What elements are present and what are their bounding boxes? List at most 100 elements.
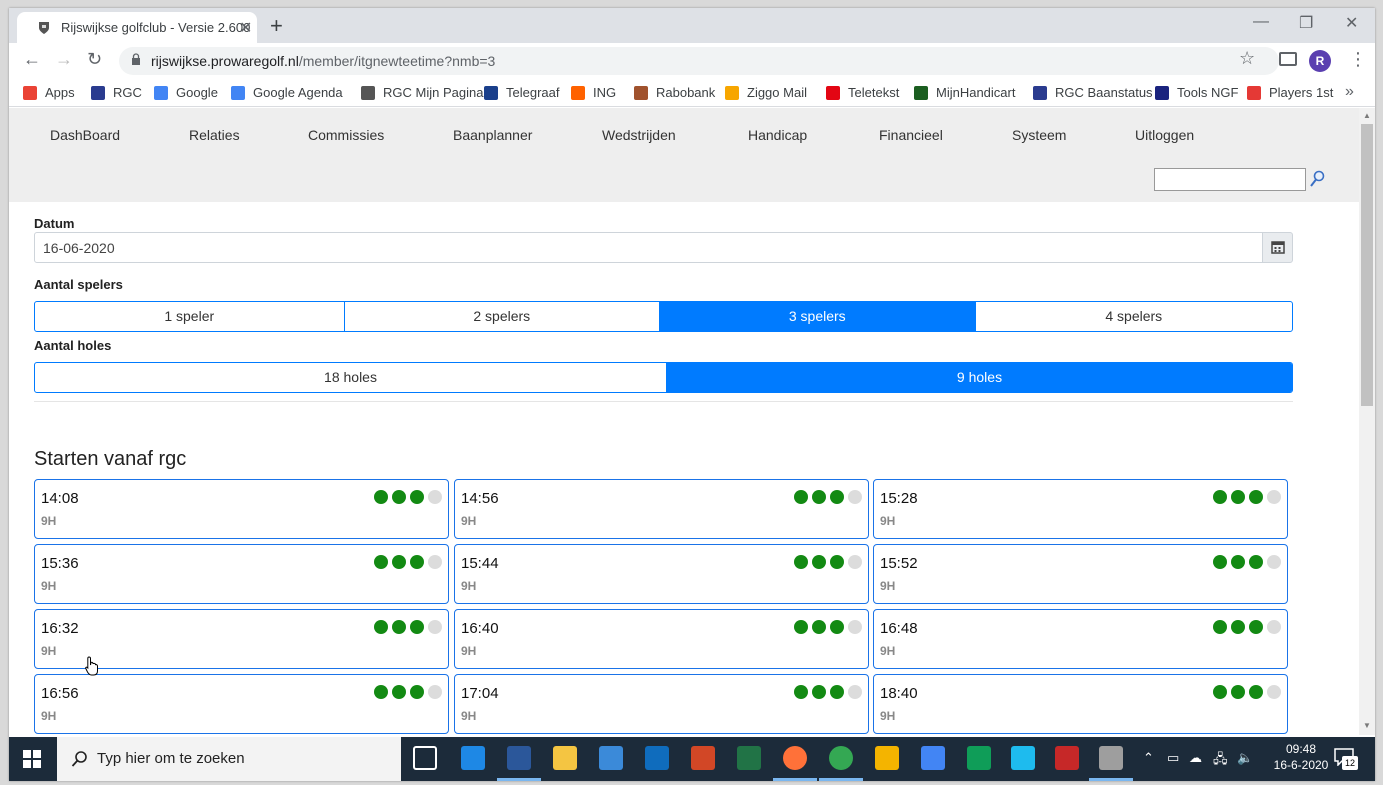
bookmarks-overflow-icon[interactable]: » [1345,83,1354,101]
players-option-1[interactable]: 1 speler [35,302,345,331]
slides-icon[interactable] [875,746,899,770]
tray-chevron-icon[interactable]: ⌃ [1143,750,1154,766]
player-taken-icon [410,555,424,569]
scroll-up-icon[interactable]: ▲ [1363,111,1371,120]
taskbar-search[interactable]: Typ hier om te zoeken [57,737,401,781]
tee-time-card[interactable]: 15:52 9H [873,544,1288,604]
new-tab-icon[interactable]: + [270,13,283,39]
back-icon[interactable]: ← [23,49,41,70]
tee-time-card[interactable]: 14:08 9H [34,479,449,539]
windows-start-icon[interactable] [23,750,41,768]
word-icon[interactable] [507,746,531,770]
chrome-icon[interactable] [829,746,853,770]
paint-icon[interactable] [1055,746,1079,770]
bookmark-google[interactable]: Google [154,85,218,100]
holes-option-9[interactable]: 9 holes [667,363,1292,392]
minimize-icon[interactable]: — [1253,13,1269,31]
scrollbar-thumb[interactable] [1361,124,1373,406]
site-search-input[interactable] [1154,168,1306,191]
bookmark-tools-ngf[interactable]: Tools NGF [1155,85,1238,100]
store-icon[interactable] [599,746,623,770]
nav-financieel[interactable]: Financieel [879,127,943,143]
bookmark-label: Google Agenda [253,85,343,100]
docs-icon[interactable] [921,746,945,770]
sheets-icon[interactable] [967,746,991,770]
browser-window: Rijswijkse golfclub - Versie 2.600 ✕ + —… [9,8,1375,781]
tee-time-card[interactable]: 18:40 9H [873,674,1288,734]
browser-tab[interactable]: Rijswijkse golfclub - Versie 2.600 ✕ [17,12,257,43]
bookmark-star-icon[interactable]: ☆ [1239,48,1255,69]
nav-relaties[interactable]: Relaties [189,127,240,143]
date-field[interactable]: 16-06-2020 [34,232,1263,263]
calendar-icon [1271,241,1285,254]
bookmark-teletekst[interactable]: Teletekst [826,85,899,100]
task-view-icon[interactable] [413,746,437,770]
taskbar-clock[interactable]: 09:48 16-6-2020 [1271,741,1331,773]
players-option-4[interactable]: 4 spelers [976,302,1292,331]
tee-time-card[interactable]: 15:28 9H [873,479,1288,539]
players-option-2[interactable]: 2 spelers [345,302,661,331]
bookmark-rgc[interactable]: RGC [91,85,142,100]
edge-icon[interactable] [461,746,485,770]
tee-time-card[interactable]: 14:56 9H [454,479,869,539]
players-option-3[interactable]: 3 spelers [660,302,976,331]
outlook-icon[interactable] [645,746,669,770]
bookmark-ziggo-mail[interactable]: Ziggo Mail [725,85,807,100]
page-scrollbar[interactable]: ▲ ▼ [1359,108,1375,735]
restore-icon[interactable]: ❐ [1299,13,1313,33]
nav-dashboard[interactable]: DashBoard [50,127,120,143]
bookmark-ing[interactable]: ING [571,85,616,100]
network-icon[interactable]: 🖧 [1213,750,1228,772]
battery-icon[interactable]: ▭ [1167,750,1179,766]
bookmark-rgc-baanstatus[interactable]: RGC Baanstatus [1033,85,1153,100]
player-taken-icon [812,490,826,504]
onedrive-icon[interactable]: ☁ [1189,750,1202,766]
cast-icon[interactable] [1279,52,1297,66]
tee-holes: 9H [41,514,57,528]
occupancy-indicator [1213,620,1281,634]
player-taken-icon [410,490,424,504]
notification-center[interactable]: 12 [1334,748,1358,770]
nav-handicap[interactable]: Handicap [748,127,807,143]
calendar-button[interactable] [1262,232,1293,263]
profile-avatar[interactable]: R [1309,50,1331,72]
search-icon[interactable] [1309,170,1325,188]
bookmark-apps[interactable]: Apps [23,85,75,100]
tee-time-card[interactable]: 16:40 9H [454,609,869,669]
firefox-icon[interactable] [783,746,807,770]
chrome-menu-icon[interactable]: ⋮ [1349,49,1367,70]
nav-wedstrijden[interactable]: Wedstrijden [602,127,676,143]
nav-systeem[interactable]: Systeem [1012,127,1066,143]
tee-time-card[interactable]: 16:56 9H [34,674,449,734]
reload-icon[interactable]: ↻ [87,49,102,70]
scroll-down-icon[interactable]: ▼ [1363,721,1371,730]
player-taken-icon [392,555,406,569]
nav-baanplanner[interactable]: Baanplanner [453,127,532,143]
camera-icon[interactable] [1099,746,1123,770]
holes-option-18[interactable]: 18 holes [35,363,667,392]
window-close-icon[interactable]: ✕ [1345,13,1358,33]
address-bar[interactable]: rijswijkse.prowaregolf.nl/member/itgnewt… [119,47,1279,75]
tee-time-card[interactable]: 15:44 9H [454,544,869,604]
bookmark-mijnhandicart[interactable]: MijnHandicart [914,85,1015,100]
bookmark-google-agenda[interactable]: Google Agenda [231,85,343,100]
file-explorer-icon[interactable] [553,746,577,770]
forward-icon[interactable]: → [55,49,73,70]
tab-title: Rijswijkse golfclub - Versie 2.600 [61,20,251,35]
tab-close-icon[interactable]: ✕ [239,18,252,38]
nav-uitloggen[interactable]: Uitloggen [1135,127,1194,143]
bookmark-rgc-mijn-pagina[interactable]: RGC Mijn Pagina [361,85,483,100]
running-indicator [819,778,863,781]
bookmark-rabobank[interactable]: Rabobank [634,85,715,100]
excel-icon[interactable] [737,746,761,770]
nav-commissies[interactable]: Commissies [308,127,384,143]
tee-time-card[interactable]: 16:48 9H [873,609,1288,669]
internet-explorer-icon[interactable] [1011,746,1035,770]
bookmark-telegraaf[interactable]: Telegraaf [484,85,559,100]
powerpoint-icon[interactable] [691,746,715,770]
bookmark-players-1st[interactable]: Players 1st [1247,85,1333,100]
player-taken-icon [812,555,826,569]
tee-time-card[interactable]: 15:36 9H [34,544,449,604]
volume-icon[interactable]: 🔈 [1237,750,1253,766]
tee-time-card[interactable]: 17:04 9H [454,674,869,734]
